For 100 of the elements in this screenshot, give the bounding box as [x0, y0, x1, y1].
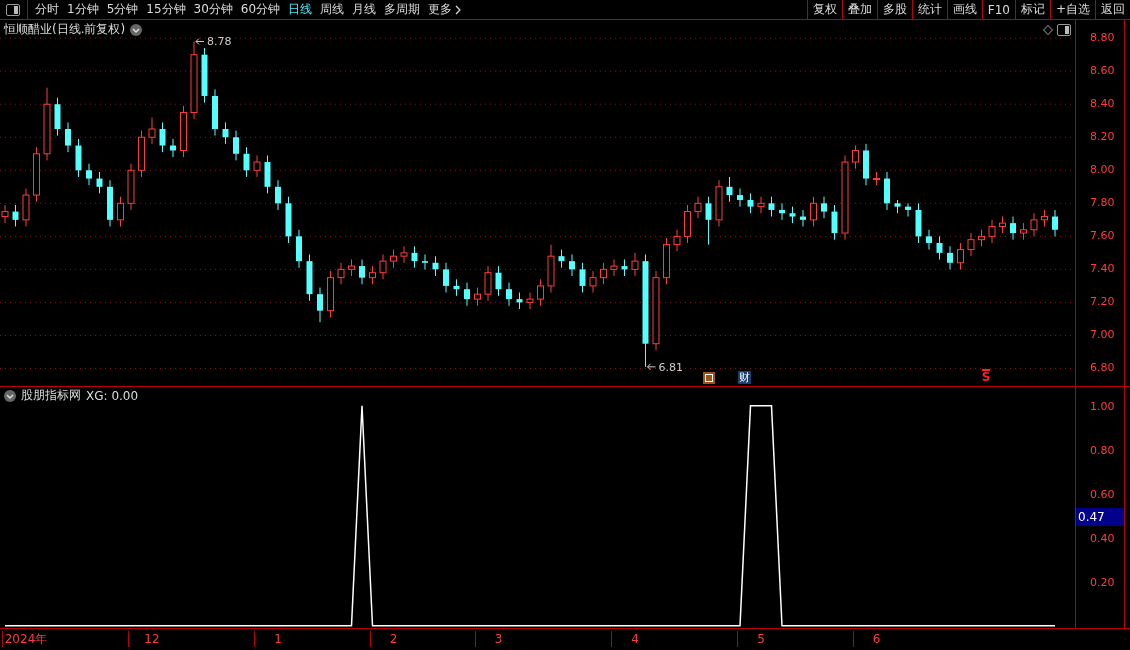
axis-label: 8.40	[1090, 96, 1115, 113]
candlestick	[779, 202, 785, 221]
axis-label: 7.00	[1090, 327, 1115, 344]
candlestick	[789, 206, 796, 224]
candlestick	[180, 105, 187, 158]
period-tab[interactable]: 日线	[284, 0, 317, 19]
candlestick	[264, 154, 271, 194]
candlestick	[422, 254, 428, 270]
candlestick	[526, 292, 534, 310]
candlestick	[988, 219, 996, 244]
date-label: 4	[631, 631, 639, 647]
period-tab[interactable]: 分时	[31, 0, 63, 19]
candlestick	[673, 229, 681, 252]
candlestick	[621, 259, 628, 277]
dropdown-icon[interactable]	[4, 389, 16, 402]
candlestick	[22, 187, 30, 227]
toolbar-button[interactable]: 统计	[911, 0, 947, 19]
period-tab[interactable]: 周线	[316, 0, 349, 19]
price-marker-arrow	[647, 363, 656, 371]
candlestick	[212, 88, 218, 137]
finance-event-marker[interactable]: 财	[738, 371, 752, 384]
period-tab[interactable]: 1分钟	[63, 0, 103, 19]
candlestick	[873, 171, 880, 186]
candlestick	[947, 245, 953, 270]
candlestick	[967, 232, 975, 257]
toolbar-button[interactable]: 叠加	[841, 0, 877, 19]
period-tab[interactable]: 5分钟	[102, 0, 143, 19]
date-label: 12	[144, 631, 160, 647]
candlestick	[936, 235, 943, 260]
date-label: 5	[757, 631, 765, 647]
period-tab[interactable]: 多周期	[380, 0, 425, 19]
toolbar-button[interactable]: F10	[981, 0, 1015, 19]
candlestick	[537, 278, 544, 307]
candlestick	[589, 270, 597, 293]
price-label: 8.78	[207, 35, 232, 49]
candlestick	[547, 244, 555, 293]
toolbar-button[interactable]: 复权	[806, 0, 842, 19]
candlestick	[999, 216, 1006, 234]
candlestick	[117, 196, 124, 227]
candlestick	[1010, 216, 1016, 241]
toolbar-button[interactable]: +自选	[1049, 0, 1095, 19]
period-tab[interactable]: 月线	[348, 0, 381, 19]
diamond-icon[interactable]	[1043, 25, 1053, 35]
date-label: 2024年	[4, 631, 48, 647]
candlestick	[768, 196, 775, 218]
candlestick	[127, 163, 135, 211]
candlestick	[285, 196, 292, 244]
axis-label: 0.60	[1090, 486, 1115, 503]
period-tab[interactable]: 15分钟	[142, 0, 190, 19]
candlestick	[600, 262, 607, 285]
candlestick	[915, 202, 922, 244]
candlestick	[464, 282, 470, 307]
candlestick	[684, 204, 691, 244]
candlestick	[957, 242, 964, 270]
more-button[interactable]: 更多	[424, 0, 467, 19]
candlestick	[506, 282, 512, 307]
candlestick	[379, 254, 387, 280]
axis-label: 8.00	[1090, 162, 1115, 179]
candlestick	[400, 245, 408, 264]
candlestick	[275, 179, 281, 211]
axis-label: 0.80	[1090, 442, 1115, 459]
panel-toggle-icon[interactable]	[6, 4, 20, 16]
toolbar-button[interactable]: 画线	[946, 0, 982, 19]
candlestick	[306, 254, 313, 302]
candlestick	[516, 292, 523, 310]
candlestick	[926, 229, 932, 251]
indicator-reading: XG: 0.00	[86, 388, 139, 403]
period-tab[interactable]: 30分钟	[189, 0, 237, 19]
candlestick	[495, 265, 502, 297]
candlestick	[12, 204, 19, 227]
candlestick	[800, 209, 806, 227]
candlestick	[484, 265, 492, 302]
chart-title: 恒顺醋业(日线.前复权)	[4, 21, 126, 38]
candlestick	[694, 196, 702, 219]
toolbar-button[interactable]: 标记	[1014, 0, 1050, 19]
toolbar-button[interactable]: 返回	[1095, 0, 1130, 19]
toolbar-button[interactable]: 多股	[876, 0, 912, 19]
cursor-value-label: 0.47	[1076, 507, 1124, 526]
panel-toggle-icon[interactable]	[1057, 24, 1071, 36]
candlestick	[86, 163, 92, 186]
candlestick	[978, 229, 985, 247]
event-icon[interactable]	[702, 372, 715, 384]
candlestick	[569, 254, 575, 277]
candlestick	[747, 192, 754, 214]
date-label: 6	[872, 631, 881, 647]
candlestick	[863, 143, 869, 186]
candlestick	[905, 202, 911, 218]
axis-label: 8.80	[1090, 30, 1115, 47]
axis-label: 0.40	[1090, 530, 1115, 547]
candlestick	[411, 245, 418, 269]
candlestick	[327, 270, 334, 318]
candlestick	[757, 196, 765, 214]
candlestick	[1020, 222, 1027, 241]
date-label: 1	[274, 631, 282, 647]
period-tab[interactable]: 60分钟	[236, 0, 285, 19]
axis-label: 7.40	[1090, 261, 1115, 278]
candlestick	[65, 121, 71, 153]
candlestick	[159, 121, 166, 153]
candlestick	[1030, 212, 1038, 237]
dropdown-icon[interactable]	[130, 23, 143, 36]
